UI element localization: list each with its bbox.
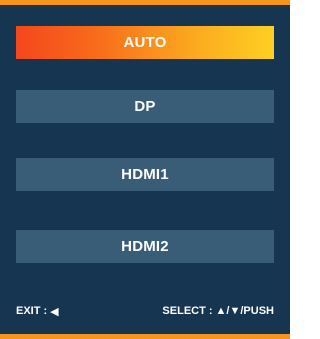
exit-label: EXIT : bbox=[16, 305, 48, 317]
input-option-label: HDMI2 bbox=[121, 238, 169, 255]
left-arrow-icon: ◀ bbox=[50, 305, 59, 318]
input-option-label: AUTO bbox=[123, 34, 167, 51]
input-option-label: HDMI1 bbox=[121, 166, 169, 183]
input-option-hdmi1[interactable]: HDMI1 bbox=[16, 158, 274, 191]
input-option-hdmi2[interactable]: HDMI2 bbox=[16, 230, 274, 263]
exit-hint: EXIT : ◀ bbox=[16, 305, 59, 318]
input-option-auto[interactable]: AUTO bbox=[16, 26, 274, 59]
osd-footer-hints: EXIT : ◀ SELECT : ▲/▼/PUSH bbox=[16, 303, 274, 319]
input-source-osd-menu: AUTO DP HDMI1 HDMI2 EXIT : ◀ SELECT : ▲/… bbox=[0, 0, 290, 339]
select-hint: SELECT : ▲/▼/PUSH bbox=[162, 305, 274, 317]
up-down-push-icon: ▲/▼/PUSH bbox=[215, 305, 274, 317]
input-option-label: DP bbox=[134, 98, 156, 115]
input-option-dp[interactable]: DP bbox=[16, 90, 274, 123]
select-label: SELECT : bbox=[162, 305, 213, 317]
